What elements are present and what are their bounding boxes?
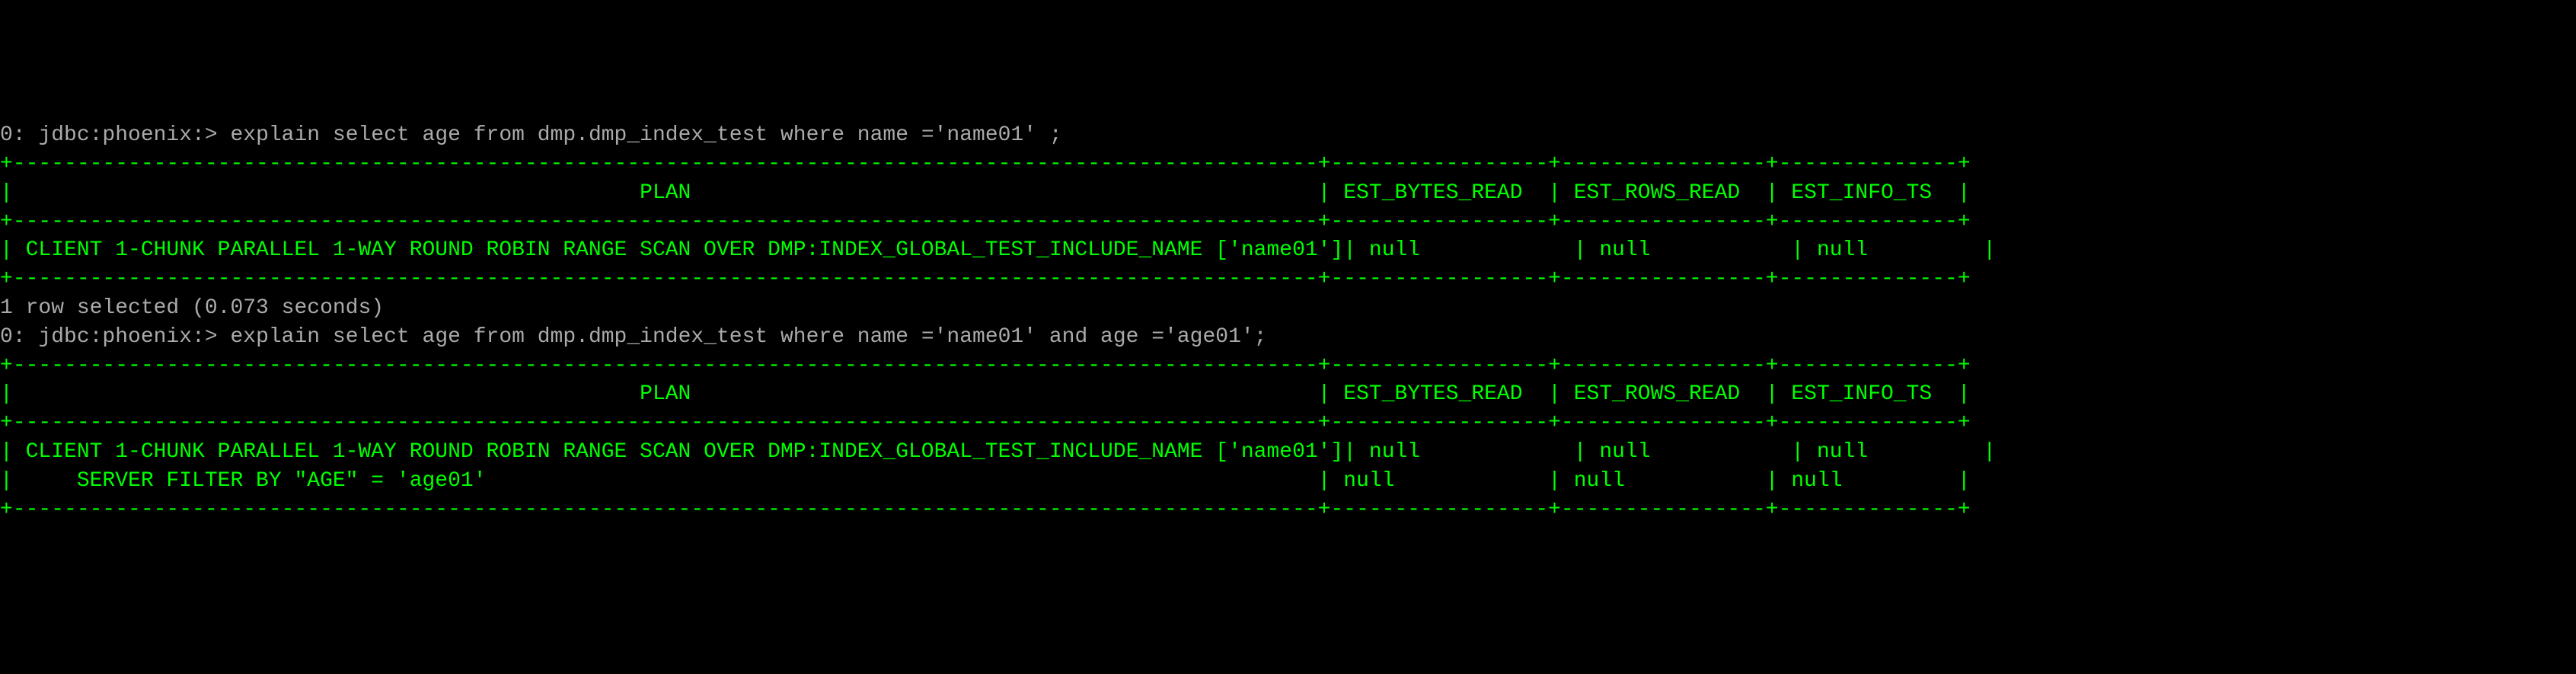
table-border: +---------------------------------------… (0, 352, 2576, 381)
table-row: | SERVER FILTER BY "AGE" = 'age01' | nul… (0, 467, 2576, 496)
status-line: 1 row selected (0.073 seconds) (0, 294, 2576, 323)
table-header-row: | PLAN | EST_BYTES_READ | EST_ROWS_READ … (0, 380, 2576, 409)
table-border: +---------------------------------------… (0, 265, 2576, 294)
sql-query: explain select age from dmp.dmp_index_te… (230, 123, 1061, 147)
sql-query: explain select age from dmp.dmp_index_te… (230, 325, 1266, 349)
table-row: | CLIENT 1-CHUNK PARALLEL 1-WAY ROUND RO… (0, 438, 2576, 467)
table-border: +---------------------------------------… (0, 496, 2576, 525)
command-line: 0: jdbc:phoenix:> explain select age fro… (0, 323, 2576, 352)
table-border: +---------------------------------------… (0, 208, 2576, 237)
sql-prompt[interactable]: 0: jdbc:phoenix:> (0, 123, 218, 147)
sql-prompt[interactable]: 0: jdbc:phoenix:> (0, 325, 218, 349)
terminal-output: 0: jdbc:phoenix:> explain select age fro… (0, 121, 2576, 524)
table-border: +---------------------------------------… (0, 409, 2576, 438)
table-row: | CLIENT 1-CHUNK PARALLEL 1-WAY ROUND RO… (0, 236, 2576, 265)
table-border: +---------------------------------------… (0, 150, 2576, 179)
table-header-row: | PLAN | EST_BYTES_READ | EST_ROWS_READ … (0, 179, 2576, 208)
command-line: 0: jdbc:phoenix:> explain select age fro… (0, 121, 2576, 150)
rows-selected-msg: 1 row selected (0.073 seconds) (0, 296, 384, 320)
